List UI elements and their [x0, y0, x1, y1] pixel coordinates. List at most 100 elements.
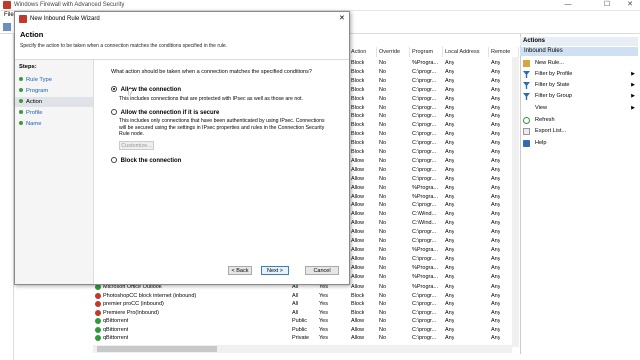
scroll-thumb[interactable] [97, 346, 217, 352]
action-help[interactable]: Help [523, 138, 635, 149]
horizontal-scrollbar[interactable] [93, 345, 512, 353]
action-label: Export List... [535, 128, 567, 134]
table-row[interactable]: PhotoshopCC block internet (inbound) All Y… [93, 292, 519, 301]
table-row[interactable]: Allow No %Progra... Any Any [351, 273, 519, 282]
table-row[interactable]: qBittorrent Public Yes Allow No C:\progr... An… [93, 326, 519, 335]
table-cell: Any [491, 104, 501, 111]
table-row[interactable]: Block No %Progra... Any Any [351, 59, 519, 68]
allow-rule-icon [95, 318, 101, 324]
allow-connection-radio[interactable]: Allow the connection [111, 86, 181, 93]
action-view[interactable]: View ▶ [523, 103, 635, 114]
table-cell: No [379, 122, 387, 129]
table-row[interactable]: Allow No C:\progr... Any Any [351, 255, 519, 264]
action-export-list[interactable]: Export List... [523, 126, 635, 137]
table-row[interactable]: Premiere Pro(Inbound) All Yes Block No C:\pro… [93, 309, 519, 318]
table-cell: C:\progr... [412, 175, 437, 182]
action-filter-group[interactable]: Filter by Group ▶ [523, 91, 635, 102]
step-name[interactable]: Name [19, 119, 41, 129]
block-connection-radio[interactable]: Block the connection [111, 157, 181, 164]
col-override-header[interactable]: Override [377, 47, 410, 57]
back-button[interactable]: < Back [228, 266, 252, 275]
step-label: Action [26, 99, 43, 105]
table-row[interactable]: Block No C:\progr... Any Any [351, 112, 519, 121]
table-row[interactable]: Block No C:\progr... Any Any [351, 139, 519, 148]
step-label: Rule Type [26, 77, 52, 83]
table-row[interactable]: Allow No C:\Wind... Any Any [351, 219, 519, 228]
table-cell: Any [491, 211, 501, 218]
table-cell: No [379, 68, 387, 75]
table-cell: Block [351, 95, 365, 102]
minimize-button[interactable]: — [558, 0, 578, 10]
table-row[interactable]: Block No C:\progr... Any Any [351, 95, 519, 104]
step-dot-icon [19, 121, 23, 126]
vertical-scrollbar[interactable] [512, 57, 519, 347]
next-button[interactable]: Next > [261, 266, 289, 275]
table-row[interactable]: Allow No %Progra... Any Any [351, 246, 519, 255]
table-cell: Any [445, 157, 455, 164]
table-row[interactable]: Block No C:\progr... Any Any [351, 77, 519, 86]
table-row[interactable]: Block No C:\progr... Any Any [351, 148, 519, 157]
table-cell: Any [445, 184, 455, 191]
table-cell: Any [491, 273, 501, 280]
table-row[interactable]: premier proCC (inbound) All Yes Block No C:\p… [93, 300, 519, 309]
table-row[interactable]: Allow No C:\progr... Any Any [351, 175, 519, 184]
allow-rule-icon [95, 326, 101, 333]
menu-file[interactable]: File [4, 12, 14, 18]
table-row[interactable]: Block No C:\progr... Any Any [351, 68, 519, 77]
mouse-cursor-icon [129, 89, 133, 96]
step-action[interactable]: Action [15, 97, 93, 107]
table-row[interactable]: Allow No C:\progr... Any Any [351, 157, 519, 166]
action-filter-state[interactable]: Filter by State ▶ [523, 80, 635, 91]
maximize-button[interactable]: ☐ [597, 0, 617, 10]
table-cell: Allow [351, 175, 365, 182]
table-row[interactable]: qBittorrent Public Yes Allow No C:\progr... An… [93, 317, 519, 326]
action-refresh[interactable]: Refresh [523, 115, 635, 126]
table-cell: Any [445, 238, 455, 244]
dialog-close-icon[interactable]: ✕ [339, 14, 345, 22]
col-remote-header[interactable]: Remote [489, 47, 519, 57]
back-icon[interactable] [3, 23, 11, 31]
step-rule-type[interactable]: Rule Type [19, 75, 52, 85]
step-dot-icon [19, 77, 23, 82]
table-row[interactable]: Block No C:\progr... Any Any [351, 104, 519, 113]
table-row[interactable]: Allow No C:\progr... Any Any [351, 228, 519, 237]
step-program[interactable]: Program [19, 86, 48, 96]
cancel-button[interactable]: Cancel [305, 266, 339, 275]
table-row[interactable]: Block No C:\progr... Any Any [351, 121, 519, 130]
table-row[interactable]: Block No C:\progr... Any Any [351, 86, 519, 95]
actions-inbound-rules[interactable]: Inbound Rules [520, 47, 638, 56]
table-row[interactable]: Allow No C:\progr... Any Any [351, 166, 519, 175]
customize-button[interactable]: Customize... [119, 141, 154, 150]
table-cell: Any [491, 68, 501, 75]
table-cell: C:\progr... [412, 77, 437, 84]
table-cell: C:\progr... [412, 68, 437, 75]
action-new-rule[interactable]: New Rule... [523, 58, 635, 69]
table-row[interactable]: Allow No %Progra... Any Any [351, 184, 519, 193]
table-cell: Any [445, 149, 455, 155]
table-cell: No [379, 184, 387, 191]
action-filter-profile[interactable]: Filter by Profile ▶ [523, 69, 635, 80]
submenu-arrow-icon: ▶ [631, 82, 635, 88]
table-cell: Any [445, 211, 455, 218]
table-row[interactable]: Allow No C:\progr... Any Any [351, 237, 519, 246]
col-program-header[interactable]: Program [410, 47, 443, 57]
step-profile[interactable]: Profile [19, 108, 42, 118]
table-cell: No [379, 60, 387, 66]
step-label: Profile [26, 110, 43, 116]
table-row[interactable]: Allow No C:\progr... Any Any [351, 201, 519, 210]
table-row[interactable]: qBittorrent Private Yes Allow No C:\progr... A… [93, 334, 519, 343]
close-window-button[interactable]: ✕ [620, 0, 640, 10]
col-local-address-header[interactable]: Local Address [443, 47, 489, 57]
table-cell: Any [445, 175, 455, 182]
table-cell: Any [491, 95, 501, 102]
table-row[interactable]: Allow No C:\Wind... Any Any [351, 210, 519, 219]
col-action-header[interactable]: Action [349, 47, 377, 57]
table-cell: %Progra... [412, 60, 438, 66]
table-row[interactable]: Allow No %Progra... Any Any [351, 264, 519, 273]
table-row[interactable]: Block No C:\progr... Any Any [351, 130, 519, 139]
table-row[interactable]: Allow No %Progra... Any Any [351, 193, 519, 202]
table-cell: Private [292, 335, 310, 341]
table-cell: C:\Wind... [412, 220, 437, 227]
table-cell: Allow [351, 220, 365, 227]
allow-if-secure-radio[interactable]: Allow the connection if it is secure [111, 109, 219, 116]
